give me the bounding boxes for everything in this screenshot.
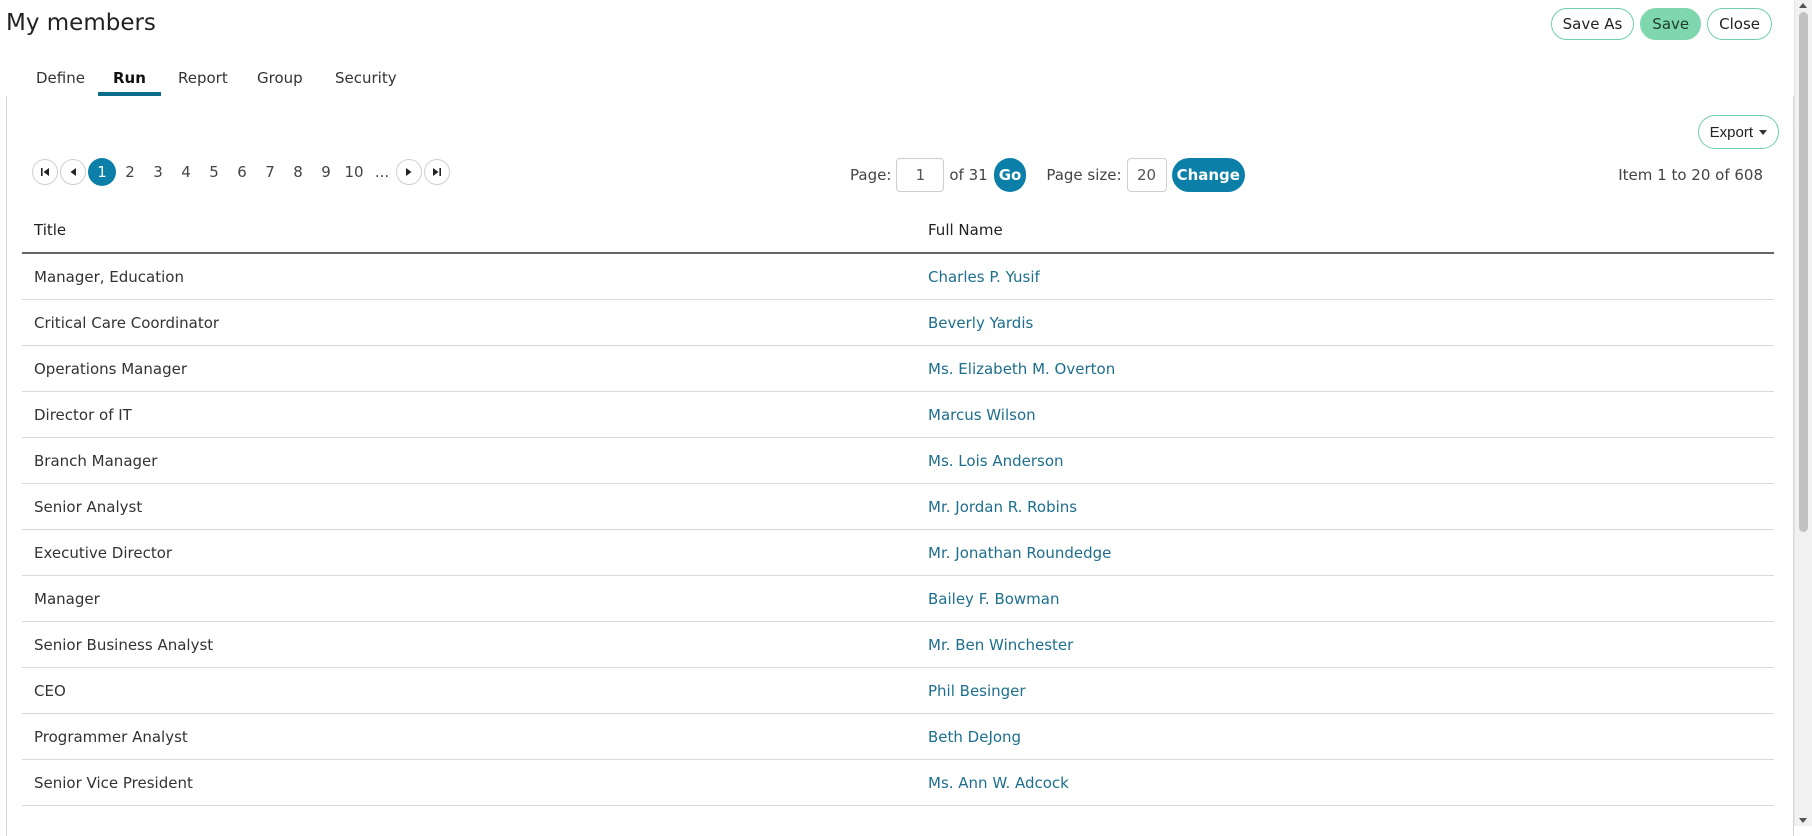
- cell-full-name-link[interactable]: Phil Besinger: [916, 667, 1774, 714]
- cell-title: Manager, Education: [22, 253, 916, 300]
- last-page-button[interactable]: [424, 159, 450, 185]
- scroll-up-arrow-icon[interactable]: [1799, 3, 1807, 8]
- table-row: Executive Director Mr. Jonathan Roundedge: [22, 529, 1774, 576]
- save-as-button[interactable]: Save As: [1550, 8, 1635, 40]
- cell-full-name-link[interactable]: Marcus Wilson: [916, 391, 1774, 438]
- pagination: 1 2 3 4 5 6 7 8 9 10 ...: [32, 158, 452, 186]
- first-page-button[interactable]: [32, 159, 58, 185]
- page-number-7[interactable]: 7: [256, 163, 284, 181]
- page-number-input[interactable]: [896, 158, 945, 192]
- page-controls: Page: of 31 Go Page size: Change: [850, 158, 1245, 192]
- go-button[interactable]: Go: [993, 158, 1027, 192]
- cell-full-name-link[interactable]: Mr. Ben Winchester: [916, 621, 1774, 668]
- page-title: My members: [6, 10, 156, 36]
- page-size-label: Page size:: [1046, 166, 1122, 184]
- cell-full-name-link[interactable]: Beverly Yardis: [916, 299, 1774, 346]
- table-row: Director of IT Marcus Wilson: [22, 391, 1774, 438]
- table-row: Senior Vice President Ms. Ann W. Adcock: [22, 759, 1774, 806]
- tab-run[interactable]: Run: [98, 68, 161, 96]
- table-row: Branch Manager Ms. Lois Anderson: [22, 437, 1774, 484]
- column-header-title[interactable]: Title: [22, 208, 916, 254]
- cell-title: Operations Manager: [22, 345, 916, 392]
- tab-group[interactable]: Group: [242, 68, 318, 96]
- cell-full-name-link[interactable]: Mr. Jordan R. Robins: [916, 483, 1774, 530]
- item-count: Item 1 to 20 of 608: [1618, 166, 1763, 184]
- page-scrollbar[interactable]: [1794, 0, 1812, 826]
- page-number-6[interactable]: 6: [228, 163, 256, 181]
- previous-page-button[interactable]: [60, 159, 86, 185]
- page-number-10[interactable]: 10: [340, 163, 368, 181]
- cell-title: Director of IT: [22, 391, 916, 438]
- last-page-icon: [433, 168, 441, 176]
- cell-full-name-link[interactable]: Ms. Ann W. Adcock: [916, 759, 1774, 806]
- first-page-icon: [41, 168, 49, 176]
- page-number-1[interactable]: 1: [88, 158, 116, 186]
- scrollbar-thumb[interactable]: [1799, 12, 1808, 532]
- table-row: Senior Analyst Mr. Jordan R. Robins: [22, 483, 1774, 530]
- table-header-row: Title Full Name: [22, 208, 1774, 254]
- tab-define[interactable]: Define: [21, 68, 100, 96]
- page-number-3[interactable]: 3: [144, 163, 172, 181]
- cell-title: Manager: [22, 575, 916, 622]
- previous-page-icon: [70, 168, 76, 176]
- cell-title: Senior Business Analyst: [22, 621, 916, 668]
- page-number-4[interactable]: 4: [172, 163, 200, 181]
- page-total-label: of 31: [949, 166, 988, 184]
- cell-full-name-link[interactable]: Ms. Elizabeth M. Overton: [916, 345, 1774, 392]
- page-number-5[interactable]: 5: [200, 163, 228, 181]
- cell-full-name-link[interactable]: Beth DeJong: [916, 713, 1774, 760]
- cell-full-name-link[interactable]: Ms. Lois Anderson: [916, 437, 1774, 484]
- tab-security[interactable]: Security: [320, 68, 412, 96]
- tab-bar: Define Run Report Group Security: [6, 62, 1792, 98]
- cell-title: Senior Vice President: [22, 759, 916, 806]
- cell-full-name-link[interactable]: Bailey F. Bowman: [916, 575, 1774, 622]
- tab-report[interactable]: Report: [163, 68, 243, 96]
- table-row: Manager, Education Charles P. Yusif: [22, 253, 1774, 300]
- table-row: Operations Manager Ms. Elizabeth M. Overt…: [22, 345, 1774, 392]
- toolbar: Save As Save Close: [1550, 8, 1772, 40]
- scroll-down-arrow-icon[interactable]: [1799, 818, 1807, 823]
- page-number-2[interactable]: 2: [116, 163, 144, 181]
- table-row: Manager Bailey F. Bowman: [22, 575, 1774, 622]
- cell-title: Critical Care Coordinator: [22, 299, 916, 346]
- export-label: Export: [1709, 123, 1753, 141]
- page-number-8[interactable]: 8: [284, 163, 312, 181]
- page-number-9[interactable]: 9: [312, 163, 340, 181]
- next-page-button[interactable]: [396, 159, 422, 185]
- change-page-size-button[interactable]: Change: [1171, 158, 1245, 192]
- caret-down-icon: [1759, 129, 1767, 135]
- cell-title: Branch Manager: [22, 437, 916, 484]
- table-row: Senior Business Analyst Mr. Ben Wincheste…: [22, 621, 1774, 668]
- more-pages-ellipsis[interactable]: ...: [368, 163, 396, 181]
- export-dropdown-button[interactable]: Export: [1697, 115, 1779, 149]
- close-button[interactable]: Close: [1707, 8, 1772, 40]
- page-size-input[interactable]: [1126, 158, 1167, 192]
- page-label: Page:: [850, 166, 892, 184]
- cell-full-name-link[interactable]: Charles P. Yusif: [916, 253, 1774, 300]
- table-row: Programmer Analyst Beth DeJong: [22, 713, 1774, 760]
- cell-full-name-link[interactable]: Mr. Jonathan Roundedge: [916, 529, 1774, 576]
- table-row: CEO Phil Besinger: [22, 667, 1774, 714]
- cell-title: Executive Director: [22, 529, 916, 576]
- column-header-full-name[interactable]: Full Name: [916, 208, 1774, 254]
- cell-title: Programmer Analyst: [22, 713, 916, 760]
- table-row: Critical Care Coordinator Beverly Yardis: [22, 299, 1774, 346]
- cell-title: CEO: [22, 667, 916, 714]
- save-button[interactable]: Save: [1640, 8, 1702, 40]
- cell-title: Senior Analyst: [22, 483, 916, 530]
- results-panel: Export 1 2 3 4 5 6 7 8 9 10 ... Page: of…: [6, 96, 1794, 836]
- next-page-icon: [406, 168, 412, 176]
- members-table: Title Full Name Manager, Education Charle…: [22, 208, 1774, 806]
